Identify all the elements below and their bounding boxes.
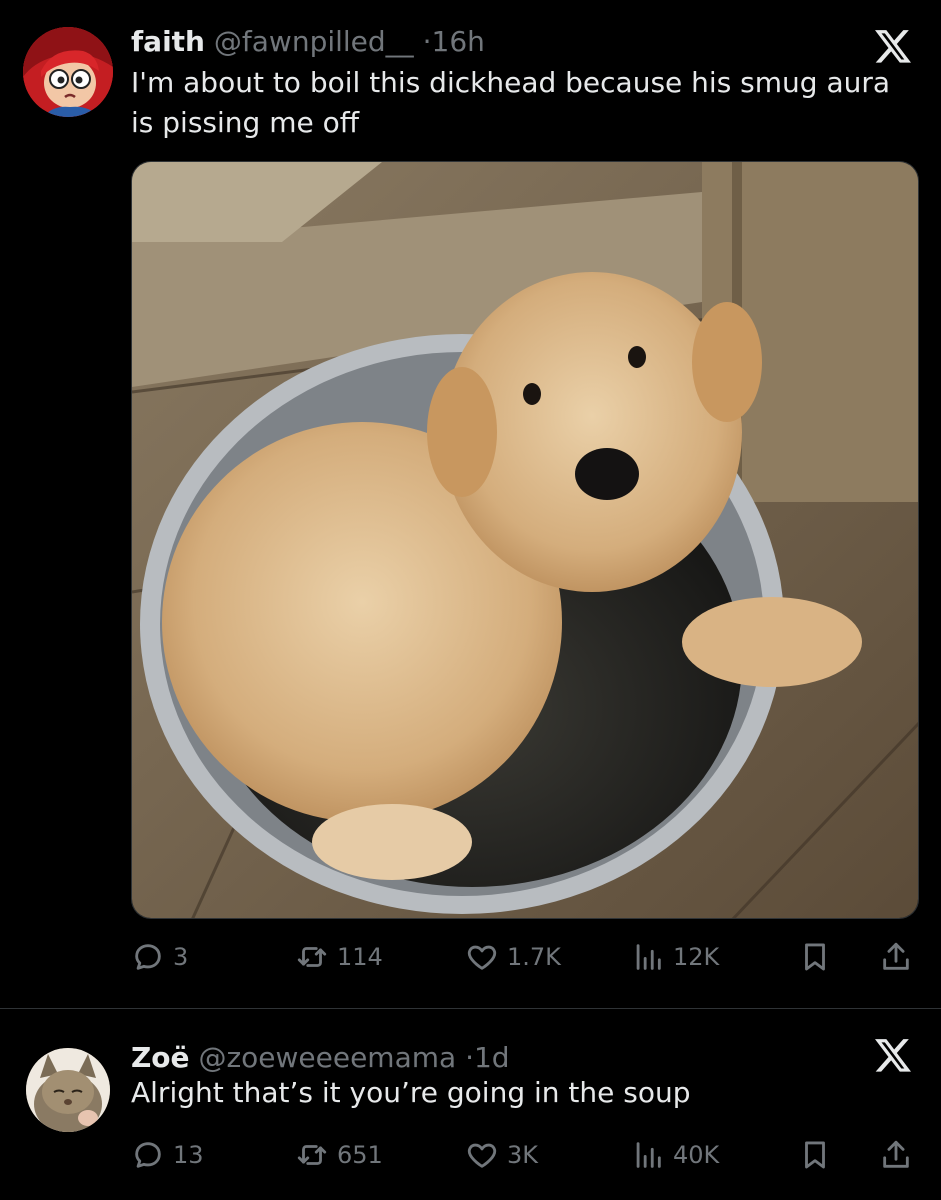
reply-button[interactable]: 13 — [131, 1135, 204, 1175]
bookmark-button[interactable] — [798, 937, 832, 977]
reply-button[interactable]: 3 — [131, 937, 188, 977]
x-logo-icon — [873, 26, 913, 66]
share-button[interactable] — [879, 1135, 913, 1175]
bookmark-button[interactable] — [798, 1135, 832, 1175]
display-name[interactable]: Zoë — [131, 1041, 190, 1074]
avatar[interactable] — [23, 27, 113, 117]
repost-icon — [297, 1145, 327, 1165]
view-count: 12K — [673, 943, 720, 971]
reply-icon — [135, 944, 161, 970]
view-count: 40K — [673, 1141, 720, 1169]
like-count: 3K — [507, 1141, 539, 1169]
heart-icon — [467, 945, 497, 970]
like-count: 1.7K — [507, 943, 561, 971]
reply-icon — [135, 1142, 161, 1168]
tweet-text: I'm about to boil this dickhead because … — [131, 66, 891, 139]
tweet-header: faith @fawnpilled__ ·16h — [131, 24, 485, 60]
user-handle[interactable]: @fawnpilled__ — [214, 25, 414, 58]
repost-button[interactable]: 114 — [295, 937, 383, 977]
tweet-actions: 13 651 3K 40K — [131, 1135, 921, 1175]
bookmark-icon — [805, 1141, 825, 1169]
tweet-header: Zoë @zoeweeeemama ·1d — [131, 1040, 510, 1076]
share-icon — [883, 942, 909, 970]
heart-icon — [467, 1143, 497, 1168]
repost-count: 114 — [337, 943, 383, 971]
views-button[interactable]: 12K — [631, 937, 719, 977]
views-icon — [636, 1142, 661, 1168]
reply-count: 3 — [173, 943, 189, 971]
tweet-faith[interactable]: faith @fawnpilled__ ·16h I'm about to bo… — [0, 0, 941, 1008]
puppy-in-bowl-photo — [132, 162, 918, 918]
repost-count: 651 — [337, 1141, 383, 1169]
share-button[interactable] — [879, 937, 913, 977]
timestamp[interactable]: 16h — [432, 25, 485, 58]
tweet-actions: 3 114 1.7K 12K — [131, 937, 921, 977]
bookmark-icon — [805, 943, 825, 971]
display-name[interactable]: faith — [131, 25, 205, 58]
views-button[interactable]: 40K — [631, 1135, 719, 1175]
tweet-text: Alright that’s it you’re going in the so… — [131, 1076, 691, 1109]
like-button[interactable]: 1.7K — [465, 937, 561, 977]
tweet-media-photo[interactable] — [131, 161, 919, 919]
avatar[interactable] — [26, 1048, 110, 1132]
user-handle[interactable]: @zoeweeeemama — [198, 1041, 456, 1074]
repost-button[interactable]: 651 — [295, 1135, 383, 1175]
separator-dot: · — [465, 1041, 474, 1074]
reply-count: 13 — [173, 1141, 204, 1169]
repost-icon — [297, 947, 327, 967]
share-icon — [883, 1140, 909, 1168]
avatar-photo-cat — [26, 1048, 110, 1132]
x-logo-icon — [873, 1035, 913, 1075]
avatar-illustration — [23, 27, 113, 117]
tweet-zoe[interactable]: Zoë @zoeweeeemama ·1d Alright that’s it … — [0, 1009, 941, 1200]
separator-dot: · — [422, 25, 432, 58]
views-icon — [636, 944, 661, 970]
timestamp[interactable]: 1d — [474, 1041, 510, 1074]
like-button[interactable]: 3K — [465, 1135, 538, 1175]
